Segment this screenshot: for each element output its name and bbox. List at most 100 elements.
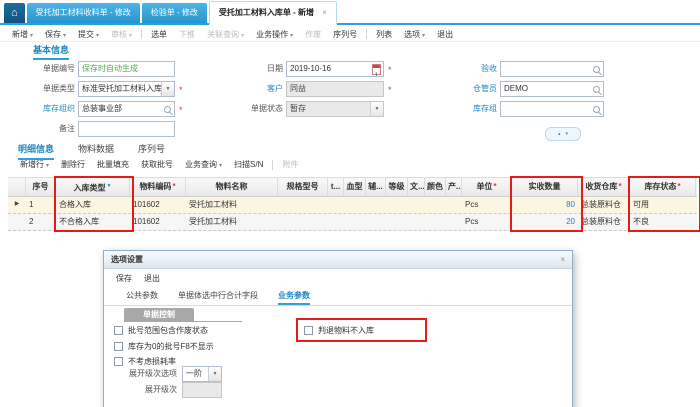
submit-button[interactable]: 提交▾ bbox=[72, 29, 105, 40]
checkbox-batch-range-include-void[interactable] bbox=[114, 326, 123, 335]
options-button[interactable]: 选项▾ bbox=[398, 29, 431, 40]
business-query-button[interactable]: 业务查询▾ bbox=[179, 159, 228, 170]
checkbox-label[interactable]: 判退物料不入库 bbox=[318, 325, 374, 336]
dialog-save-button[interactable]: 保存 bbox=[110, 273, 138, 284]
col-material-name[interactable]: 物料名称 bbox=[186, 178, 278, 196]
save-button[interactable]: 保存▾ bbox=[39, 29, 72, 40]
tab-inbound-order[interactable]: 受托加工材料入库单 - 新增 × bbox=[209, 1, 337, 25]
chevron-up-icon[interactable]: ▴ bbox=[558, 131, 561, 137]
checkbox-rejected-material-no-inbound[interactable] bbox=[304, 326, 313, 335]
batch-fill-button[interactable]: 批量填充 bbox=[91, 159, 135, 170]
bill-no-label: 单据编号 bbox=[20, 61, 75, 77]
search-icon[interactable] bbox=[164, 106, 171, 113]
cell-stock-status[interactable]: 可用 bbox=[630, 197, 696, 213]
cell-stock-status[interactable]: 不良 bbox=[630, 214, 696, 230]
cell-spec[interactable] bbox=[278, 214, 328, 230]
stock-group-field[interactable] bbox=[500, 101, 604, 117]
cell-warehouse[interactable]: 总装原料仓 bbox=[578, 214, 630, 230]
tab-receipt-order[interactable]: 受托加工材料收料单 - 修改 bbox=[27, 3, 140, 23]
new-button[interactable]: 新增▾ bbox=[6, 29, 39, 40]
col-received-qty[interactable]: 实收数量 bbox=[512, 178, 578, 196]
bill-type-label: 单据类型 bbox=[20, 81, 75, 97]
tab-business-params[interactable]: 业务参数 bbox=[278, 289, 310, 305]
col-aux[interactable]: 辅... bbox=[366, 178, 386, 196]
col-inbound-type[interactable]: 入库类型▼ bbox=[56, 178, 130, 196]
checkbox-zero-stock-batch-hide[interactable] bbox=[114, 342, 123, 351]
storekeeper-field[interactable]: DEMO bbox=[500, 81, 604, 97]
stock-org-label[interactable]: 库存组织 bbox=[20, 101, 75, 117]
storekeeper-label[interactable]: 仓管员 bbox=[450, 81, 497, 97]
get-batch-no-button[interactable]: 获取批号 bbox=[135, 159, 179, 170]
col-blood-type[interactable]: 血型 bbox=[344, 178, 366, 196]
acceptance-label[interactable]: 验收 bbox=[450, 61, 497, 77]
cell-unit[interactable]: Pcs bbox=[462, 214, 512, 230]
business-operation-button[interactable]: 业务操作▾ bbox=[250, 29, 299, 40]
expand-level-option-select[interactable]: 一阶 ▼ bbox=[182, 366, 222, 382]
close-icon[interactable]: × bbox=[322, 8, 327, 17]
checkbox-label[interactable]: 库存为0的批号F8不显示 bbox=[128, 341, 214, 352]
tab-inspection-order[interactable]: 检验单 - 修改 bbox=[142, 3, 207, 23]
col-seq[interactable]: 序号 bbox=[26, 178, 56, 196]
col-grade[interactable]: 等级 bbox=[386, 178, 408, 196]
remark-field[interactable] bbox=[78, 121, 175, 137]
tab-serial-number[interactable]: 序列号 bbox=[138, 142, 165, 160]
tab-detail-info[interactable]: 明细信息 bbox=[18, 142, 54, 160]
cell-material-name[interactable]: 受托加工材料 bbox=[186, 214, 278, 230]
bill-type-select[interactable]: 标准受托加工材料入库单 ▼ bbox=[78, 81, 175, 97]
exit-button[interactable]: 退出 bbox=[431, 29, 459, 40]
cell-received-qty[interactable]: 20 bbox=[512, 214, 578, 230]
dialog-exit-button[interactable]: 退出 bbox=[138, 273, 166, 284]
col-unit[interactable]: 单位* bbox=[462, 178, 512, 196]
delete-row-button[interactable]: 删除行 bbox=[55, 159, 91, 170]
tab-public-params[interactable]: 公共参数 bbox=[126, 289, 158, 305]
cell-empty bbox=[425, 197, 446, 213]
stock-org-field[interactable]: 总装事业部 bbox=[78, 101, 175, 117]
cell-material-code[interactable]: 101602 bbox=[130, 197, 186, 213]
tab-selected-row-total-fields[interactable]: 单据体选中行合计字段 bbox=[178, 289, 258, 305]
checkbox-ignore-loss-rate[interactable] bbox=[114, 357, 123, 366]
search-icon[interactable] bbox=[593, 66, 600, 73]
cell-unit[interactable]: Pcs bbox=[462, 197, 512, 213]
cell-inbound-type[interactable]: 不合格入库 bbox=[56, 214, 130, 230]
cell-material-code[interactable]: 101602 bbox=[130, 214, 186, 230]
col-text[interactable]: 文... bbox=[408, 178, 425, 196]
calendar-icon[interactable] bbox=[372, 64, 381, 75]
cell-inbound-type[interactable]: 合格入库 bbox=[56, 197, 130, 213]
date-field[interactable]: 2019-10-16 bbox=[286, 61, 384, 77]
required-asterisk: * bbox=[388, 81, 392, 97]
tab-material-data[interactable]: 物料数据 bbox=[78, 142, 114, 160]
search-icon[interactable] bbox=[593, 106, 600, 113]
chevron-down-icon[interactable]: ▾ bbox=[566, 131, 569, 137]
acceptance-field[interactable] bbox=[500, 61, 604, 77]
cell-material-name[interactable]: 受托加工材料 bbox=[186, 197, 278, 213]
select-bill-button[interactable]: 选单 bbox=[145, 29, 173, 40]
scan-sn-button[interactable]: 扫描S/N bbox=[228, 159, 269, 170]
close-icon[interactable]: × bbox=[560, 251, 565, 268]
cell-seq[interactable]: 2 bbox=[26, 214, 56, 230]
add-row-button[interactable]: 新增行▾ bbox=[14, 159, 55, 170]
cell-spec[interactable] bbox=[278, 197, 328, 213]
cell-seq[interactable]: 1 bbox=[26, 197, 56, 213]
dropdown-icon[interactable]: ▼ bbox=[208, 367, 221, 381]
col-warehouse[interactable]: 收货仓库* bbox=[578, 178, 630, 196]
checkbox-label[interactable]: 批号范围包含作废状态 bbox=[128, 325, 208, 336]
collapse-expand-control[interactable]: ▴ ▾ bbox=[545, 127, 581, 141]
col-spec[interactable]: 规格型号 bbox=[278, 178, 328, 196]
list-button[interactable]: 列表 bbox=[370, 29, 398, 40]
cell-empty bbox=[344, 214, 366, 230]
bill-no-field[interactable]: 保存时自动生成 bbox=[78, 61, 175, 77]
home-tab[interactable]: ⌂ bbox=[4, 3, 25, 23]
customer-label[interactable]: 客户 bbox=[240, 81, 283, 97]
col-stock-status[interactable]: 库存状态* bbox=[630, 178, 696, 196]
col-t[interactable]: t... bbox=[328, 178, 344, 196]
cell-warehouse[interactable]: 总装原料仓 bbox=[578, 197, 630, 213]
serial-number-button[interactable]: 序列号 bbox=[327, 29, 363, 40]
stock-group-label[interactable]: 库存组 bbox=[450, 101, 497, 117]
col-prod[interactable]: 产... bbox=[446, 178, 462, 196]
col-material-code[interactable]: 物料编码* bbox=[130, 178, 186, 196]
cell-received-qty[interactable]: 80 bbox=[512, 197, 578, 213]
tab-label: 受托加工材料收料单 - 修改 bbox=[36, 8, 131, 17]
dropdown-icon[interactable]: ▼ bbox=[161, 82, 174, 96]
col-color[interactable]: 颜色 bbox=[425, 178, 446, 196]
search-icon[interactable] bbox=[593, 86, 600, 93]
